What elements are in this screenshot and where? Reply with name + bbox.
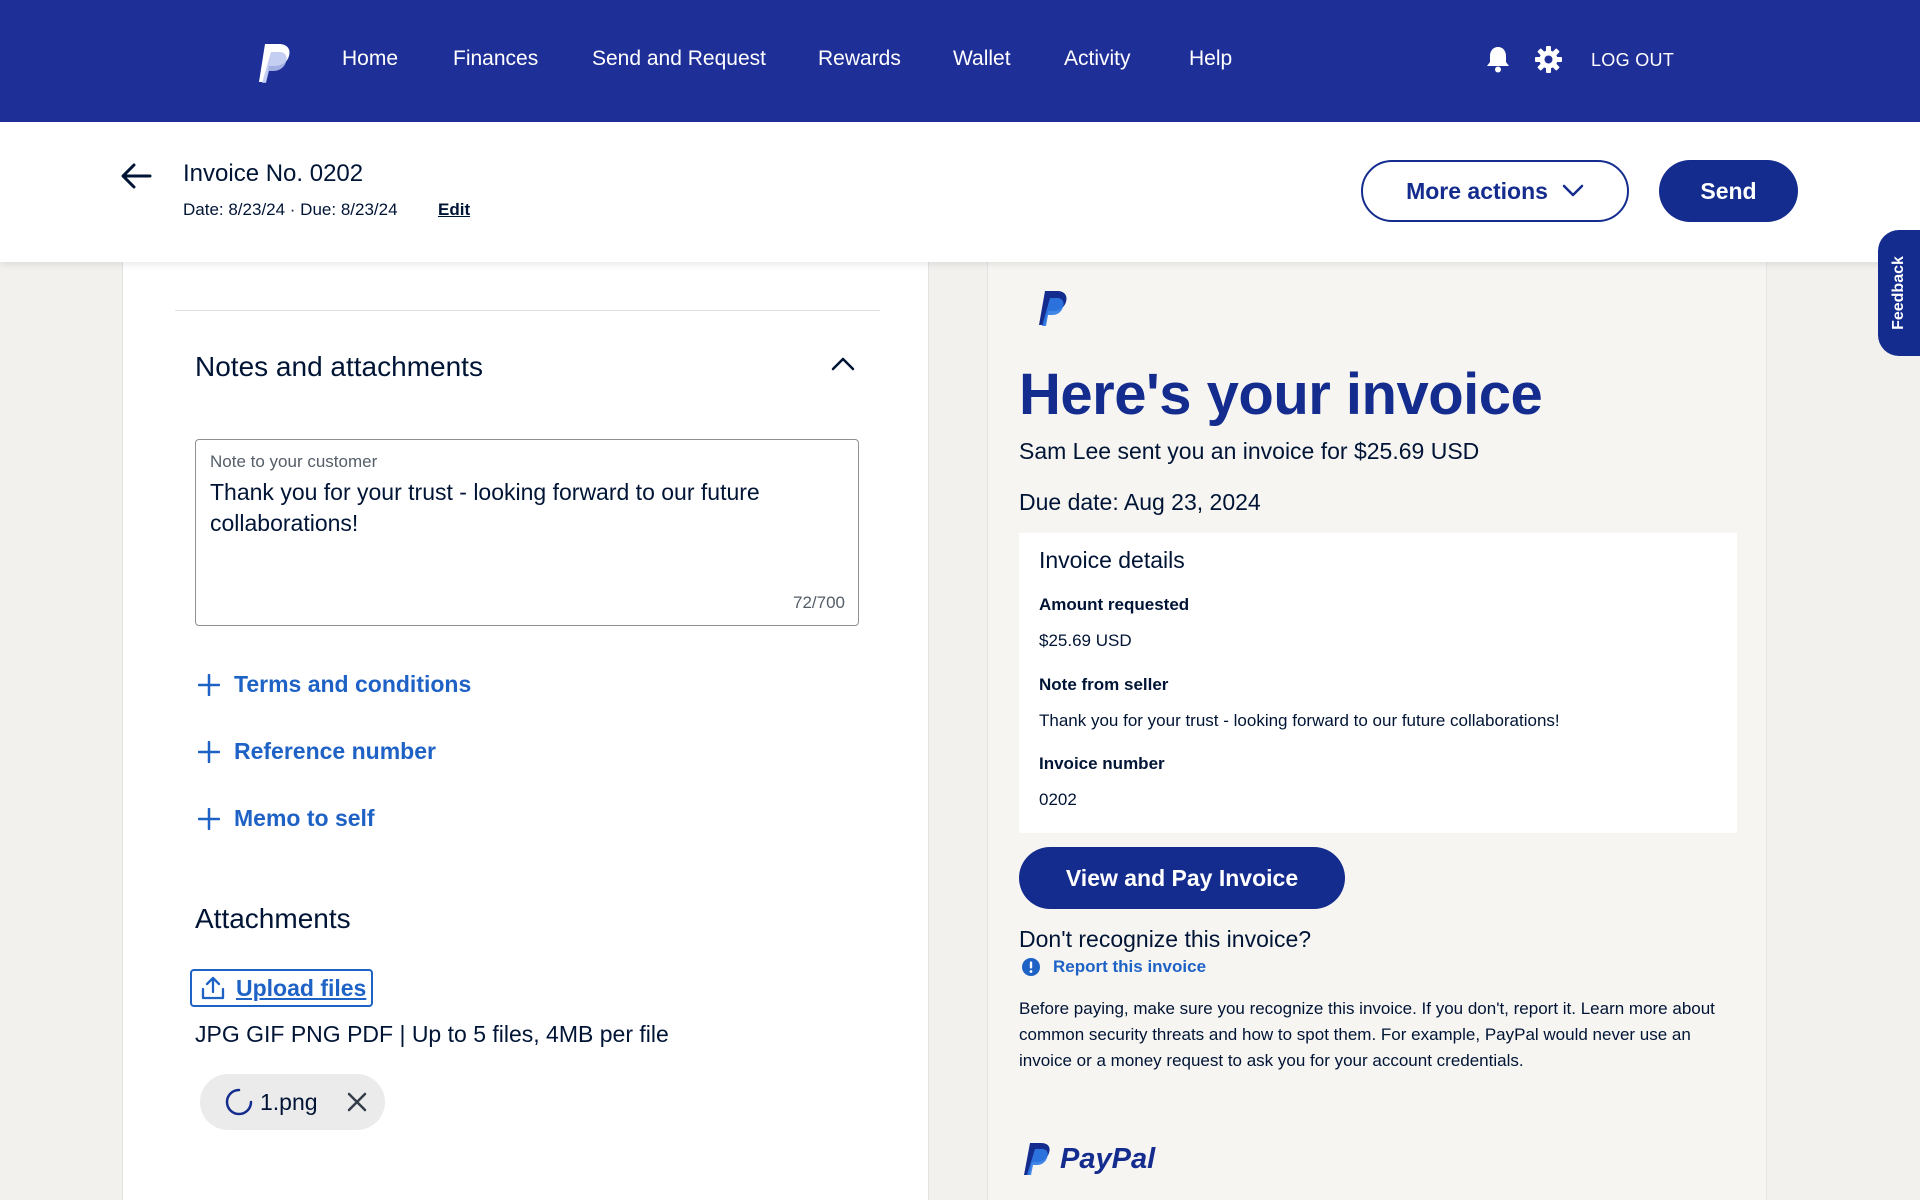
nav-activity[interactable]: Activity <box>1064 47 1131 71</box>
paypal-logo-icon[interactable] <box>257 42 293 84</box>
close-icon[interactable] <box>346 1091 368 1113</box>
invoice-number-label: Invoice number <box>1039 754 1165 773</box>
paypal-logo-icon <box>1024 1143 1050 1175</box>
logout-link[interactable]: LOG OUT <box>1591 50 1674 71</box>
invoice-preview-panel: Here's your invoice Sam Lee sent you an … <box>987 230 1767 1200</box>
chevron-down-icon <box>1562 184 1584 197</box>
memo-to-self-link[interactable]: Memo to self <box>198 805 375 832</box>
invoice-details-title: Invoice details <box>1039 547 1185 573</box>
security-warning-text: Before paying, make sure you recognize t… <box>1019 999 1715 1070</box>
paypal-logo-icon <box>1039 291 1067 326</box>
top-navigation: Home Finances Send and Request Rewards W… <box>0 0 1920 122</box>
plus-icon <box>198 740 220 763</box>
gear-icon[interactable] <box>1535 46 1562 73</box>
report-invoice-link[interactable]: Report this invoice <box>1021 957 1206 977</box>
chevron-up-icon[interactable] <box>830 356 856 372</box>
edit-link[interactable]: Edit <box>438 200 470 220</box>
invoice-details-card: Invoice details Amount requested $25.69 … <box>1019 533 1737 833</box>
back-arrow-icon[interactable] <box>120 162 152 190</box>
more-actions-label: More actions <box>1406 177 1548 204</box>
note-from-seller-value: Thank you for your trust - looking forwa… <box>1039 711 1560 730</box>
notes-section-title: Notes and attachments <box>195 351 483 382</box>
note-from-seller-label: Note from seller <box>1039 675 1169 694</box>
send-button[interactable]: Send <box>1659 160 1798 222</box>
nav-finances[interactable]: Finances <box>453 47 538 71</box>
nav-wallet[interactable]: Wallet <box>953 47 1011 71</box>
report-invoice-label: Report this invoice <box>1053 957 1207 976</box>
view-and-pay-invoice-button[interactable]: View and Pay Invoice <box>1019 847 1345 909</box>
feedback-tab[interactable]: Feedback <box>1878 230 1920 356</box>
amount-requested-label: Amount requested <box>1039 595 1190 614</box>
bell-icon[interactable] <box>1485 45 1511 73</box>
nav-help[interactable]: Help <box>1189 47 1232 71</box>
unrecognized-invoice-question: Don't recognize this invoice? <box>1019 926 1312 952</box>
terms-and-conditions-link[interactable]: Terms and conditions <box>198 671 471 698</box>
amount-requested-value: $25.69 USD <box>1039 631 1132 650</box>
reference-number-link[interactable]: Reference number <box>198 738 436 765</box>
terms-and-conditions-label: Terms and conditions <box>234 671 472 697</box>
preview-due-date: Due date: Aug 23, 2024 <box>1019 489 1261 515</box>
paypal-brand-name: PayPal <box>1060 1142 1156 1175</box>
nav-send-and-request[interactable]: Send and Request <box>592 47 766 71</box>
memo-to-self-label: Memo to self <box>234 805 375 831</box>
more-actions-button[interactable]: More actions <box>1361 160 1629 222</box>
invoice-header-bar: Invoice No. 0202 Date: 8/23/24 · Due: 8/… <box>0 122 1920 262</box>
upload-icon <box>201 976 225 1000</box>
section-divider <box>175 310 880 311</box>
preview-heading: Here's your invoice <box>1019 362 1543 427</box>
invoice-title: Invoice No. 0202 <box>183 160 364 187</box>
upload-files-button[interactable]: Upload files <box>190 969 373 1007</box>
nav-rewards[interactable]: Rewards <box>818 47 901 71</box>
note-character-count: 72/700 <box>793 593 845 612</box>
attached-file-chip: 1.png <box>200 1074 385 1130</box>
alert-icon <box>1022 958 1040 976</box>
upload-files-label: Upload files <box>236 974 367 1001</box>
invoice-number-value: 0202 <box>1039 790 1077 809</box>
feedback-label: Feedback <box>1890 256 1907 330</box>
preview-sent-message: Sam Lee sent you an invoice for $25.69 U… <box>1019 438 1480 464</box>
invoice-editor-panel: Notes and attachments Note to your custo… <box>122 230 929 1200</box>
note-field-value[interactable]: Thank you for your trust - looking forwa… <box>210 477 830 539</box>
nav-home[interactable]: Home <box>342 47 398 71</box>
note-to-customer-field[interactable]: Note to your customer Thank you for your… <box>195 439 859 626</box>
attachments-title: Attachments <box>195 903 351 934</box>
loading-spinner-icon <box>225 1088 253 1116</box>
note-field-label: Note to your customer <box>210 452 378 471</box>
file-type-hint: JPG GIF PNG PDF | Up to 5 files, 4MB per… <box>195 1021 669 1047</box>
plus-icon <box>198 807 220 830</box>
paypal-wordmark: PayPal <box>1024 1141 1155 1177</box>
invoice-dates: Date: 8/23/24 · Due: 8/23/24 <box>183 200 398 219</box>
plus-icon <box>198 673 220 696</box>
attached-file-name: 1.png <box>260 1088 318 1115</box>
reference-number-label: Reference number <box>234 738 436 764</box>
